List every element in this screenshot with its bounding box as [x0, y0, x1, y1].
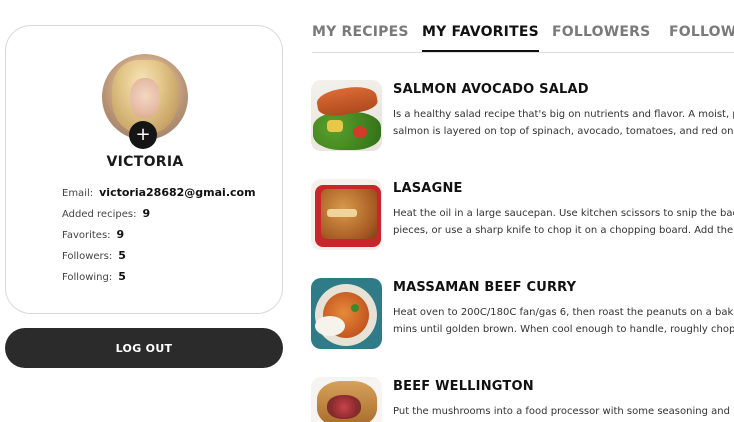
- recipe-title[interactable]: BEEF WELLINGTON: [393, 379, 534, 394]
- tab-divider: [312, 52, 734, 53]
- recipe-description-line: Heat oven to 200C/180C fan/gas 6, then r…: [393, 307, 734, 318]
- stat-label: Added recipes:: [62, 209, 137, 220]
- tab-my-recipes[interactable]: MY RECIPES: [312, 24, 409, 40]
- recipe-description-line: pieces, or use a sharp knife to chop it …: [393, 225, 734, 236]
- recipe-title[interactable]: MASSAMAN BEEF CURRY: [393, 280, 576, 295]
- salmon-salad-photo[interactable]: [311, 80, 382, 151]
- stat-value: 5: [118, 270, 126, 283]
- recipe-description: Heat the oil in a large saucepan. Use ki…: [393, 205, 734, 239]
- avatar-face: [130, 78, 160, 118]
- lasagne-photo[interactable]: [311, 179, 382, 250]
- tab-my-favorites[interactable]: MY FAVORITES: [422, 24, 539, 52]
- recipe-title[interactable]: LASAGNE: [393, 181, 463, 196]
- recipe-description: Put the mushrooms into a food processor …: [393, 403, 734, 420]
- stat-value: 9: [142, 207, 151, 220]
- stat-added-recipes: Added recipes: 9: [62, 207, 256, 228]
- tab-following[interactable]: FOLLOWING: [669, 24, 734, 40]
- recipe-item-lasagne[interactable]: LASAGNE Heat the oil in a large saucepan…: [311, 179, 734, 251]
- stat-email: Email: victoria28682@gmai.com: [62, 186, 256, 207]
- beef-wellington-photo[interactable]: [311, 377, 382, 422]
- stat-label: Following:: [62, 272, 113, 283]
- recipe-description: Is a healthy salad recipe that's big on …: [393, 106, 734, 140]
- stat-label: Email:: [62, 188, 94, 199]
- logout-button[interactable]: LOG OUT: [5, 328, 283, 368]
- recipe-description-line: mins until golden brown. When cool enoug…: [393, 324, 734, 335]
- recipe-description-line: Put the mushrooms into a food processor …: [393, 406, 734, 417]
- recipe-item-salmon-avocado-salad[interactable]: SALMON AVOCADO SALAD Is a healthy salad …: [311, 80, 734, 152]
- recipe-item-massaman-beef-curry[interactable]: MASSAMAN BEEF CURRY Heat oven to 200C/18…: [311, 278, 734, 350]
- tab-followers[interactable]: FOLLOWERS: [552, 24, 650, 40]
- beef-curry-photo[interactable]: [311, 278, 382, 349]
- stat-value: 5: [118, 249, 126, 262]
- add-photo-button[interactable]: +: [129, 121, 157, 149]
- stat-label: Favorites:: [62, 230, 111, 241]
- stat-favorites: Favorites: 9: [62, 228, 256, 249]
- profile-card: + VICTORIA Email: victoria28682@gmai.com…: [5, 25, 283, 314]
- avatar-container: +: [102, 54, 188, 149]
- profile-stats: Email: victoria28682@gmai.com Added reci…: [62, 186, 256, 291]
- stat-followers: Followers: 5: [62, 249, 256, 270]
- recipe-description-line: Is a healthy salad recipe that's big on …: [393, 109, 734, 120]
- tab-bar: MY RECIPES MY FAVORITES FOLLOWERS FOLLOW…: [312, 0, 734, 53]
- recipe-title[interactable]: SALMON AVOCADO SALAD: [393, 82, 589, 97]
- stat-value: 9: [116, 228, 125, 241]
- recipe-item-beef-wellington[interactable]: BEEF WELLINGTON Put the mushrooms into a…: [311, 377, 734, 422]
- recipe-description-line: Heat the oil in a large saucepan. Use ki…: [393, 208, 734, 219]
- stat-label: Followers:: [62, 251, 113, 262]
- stat-following: Following: 5: [62, 270, 256, 291]
- recipe-description-line: salmon is layered on top of spinach, avo…: [393, 126, 734, 137]
- profile-name: VICTORIA: [106, 154, 184, 170]
- stat-value: victoria28682@gmai.com: [99, 186, 256, 199]
- recipe-description: Heat oven to 200C/180C fan/gas 6, then r…: [393, 304, 734, 338]
